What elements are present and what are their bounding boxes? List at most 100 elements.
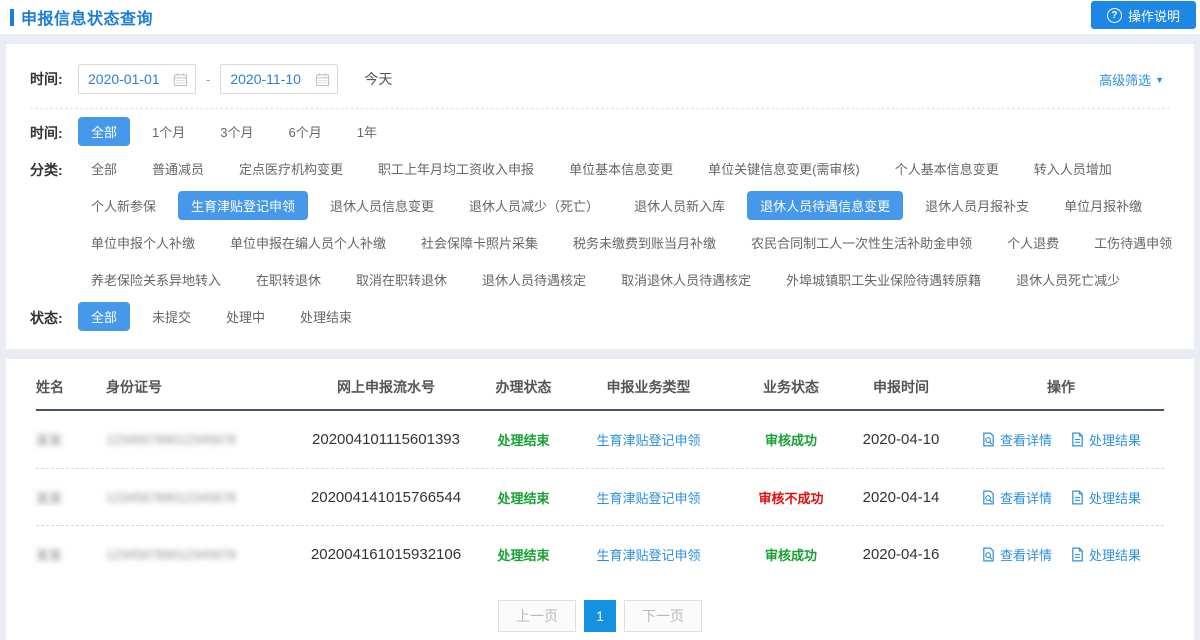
declaration-date: 2020-04-14: [863, 489, 940, 506]
calendar-icon: [315, 72, 330, 87]
declaration-date: 2020-04-10: [863, 431, 940, 448]
filter-chip[interactable]: 全部: [78, 154, 130, 183]
business-type-link[interactable]: 生育津贴登记申领: [596, 433, 700, 448]
filter-chip[interactable]: 税务未缴费到账当月补缴: [560, 228, 729, 257]
column-header: 办理状态: [476, 377, 571, 397]
help-button-label: 操作说明: [1128, 6, 1180, 25]
process-result-link[interactable]: 处理结果: [1070, 545, 1141, 564]
filter-chip[interactable]: 社会保障卡照片采集: [408, 228, 551, 257]
filter-chip[interactable]: 职工上年月均工资收入申报: [365, 154, 547, 183]
process-status: 处理结束: [497, 548, 549, 563]
filter-chip[interactable]: 单位关键信息变更(需审核): [695, 154, 873, 183]
filter-separator: [30, 108, 1170, 109]
filter-chip[interactable]: 转入人员增加: [1021, 154, 1125, 183]
column-header: 身份证号: [106, 377, 296, 397]
filter-chip[interactable]: 3个月: [207, 117, 266, 146]
business-type-link[interactable]: 生育津贴登记申领: [596, 548, 700, 563]
start-date-value: 2020-01-01: [88, 71, 160, 87]
prev-page-button[interactable]: 上一页: [498, 600, 576, 632]
filter-chip[interactable]: 单位基本信息变更: [556, 154, 686, 183]
end-date-input[interactable]: 2020-11-10: [220, 64, 338, 94]
table-row: 某某 123456789012345678 202004161015932106 处理…: [36, 525, 1164, 582]
declaration-date: 2020-04-16: [863, 546, 940, 563]
business-status: 审核成功: [765, 433, 817, 448]
filter-chip[interactable]: 处理中: [213, 302, 278, 331]
pagination: 上一页 1 下一页: [36, 600, 1164, 632]
end-date-value: 2020-11-10: [230, 71, 301, 87]
filter-chip[interactable]: 单位申报个人补缴: [78, 228, 208, 257]
filter-chip[interactable]: 个人新参保: [78, 191, 169, 220]
table-row: 某某123456789012345678202004101115601393处理…: [36, 411, 1164, 468]
start-date-input[interactable]: 2020-01-01: [78, 64, 196, 94]
filter-chip[interactable]: 生育津贴登记申领: [178, 191, 308, 220]
date-range-separator: -: [206, 72, 210, 87]
filter-chip[interactable]: 处理结束: [287, 302, 365, 331]
business-type-link[interactable]: 生育津贴登记申领: [596, 491, 700, 506]
column-header: 网上申报流水号: [296, 377, 476, 397]
filter-chip[interactable]: 在职转退休: [243, 265, 334, 294]
filter-chip[interactable]: 退休人员新入库: [621, 191, 738, 220]
column-header: 业务状态: [726, 377, 856, 397]
declaration-serial: 202004161015932106: [311, 546, 461, 563]
filter-group: 分类:全部普通减员定点医疗机构变更职工上年月均工资收入申报单位基本信息变更单位关…: [30, 150, 1170, 298]
filter-chip[interactable]: 退休人员减少（死亡）: [456, 191, 612, 220]
filter-panel: 时间: 2020-01-01 - 2020-11-10 今天 高级筛选 ▼ 时间…: [6, 44, 1194, 349]
filter-groups: 时间:全部1个月3个月6个月1年分类:全部普通减员定点医疗机构变更职工上年月均工…: [30, 113, 1170, 335]
name-redacted: 某某: [36, 548, 62, 563]
id-number-redacted: 123456789012345678: [106, 547, 236, 562]
calendar-icon: [173, 72, 188, 87]
declaration-serial: 202004141015766544: [311, 489, 461, 506]
filter-chip[interactable]: 单位月报补缴: [1051, 191, 1155, 220]
filter-chip[interactable]: 退休人员待遇核定: [469, 265, 599, 294]
filter-chip[interactable]: 退休人员待遇信息变更: [747, 191, 903, 220]
chevron-down-icon: ▼: [1155, 75, 1164, 85]
filter-group: 状态:全部未提交处理中处理结束: [30, 298, 1170, 335]
process-status: 处理结束: [497, 491, 549, 506]
filter-chip[interactable]: 工伤待遇申领: [1081, 228, 1185, 257]
filter-chip[interactable]: 1年: [344, 117, 390, 146]
name-redacted: 某某: [36, 433, 62, 448]
current-page-button[interactable]: 1: [584, 600, 616, 632]
view-detail-link[interactable]: 查看详情: [981, 545, 1052, 564]
filter-group-label: 分类:: [30, 150, 78, 180]
filter-chip[interactable]: 个人基本信息变更: [882, 154, 1012, 183]
filter-chip[interactable]: 定点医疗机构变更: [226, 154, 356, 183]
results-panel: 姓名身份证号网上申报流水号办理状态申报业务类型业务状态申报时间操作 某某 1234…: [6, 359, 1194, 640]
filter-chip[interactable]: 未提交: [139, 302, 204, 331]
filter-chip[interactable]: 全部: [78, 302, 130, 331]
process-result-icon: [1070, 432, 1085, 447]
filter-chip[interactable]: 农民合同制工人一次性生活补助金申领: [738, 228, 985, 257]
filter-chip[interactable]: 个人退费: [994, 228, 1072, 257]
title-bar: 申报信息状态查询 ? 操作说明: [0, 0, 1200, 34]
table-header-row: 姓名身份证号网上申报流水号办理状态申报业务类型业务状态申报时间操作: [36, 365, 1164, 411]
filter-chip[interactable]: 6个月: [275, 117, 334, 146]
id-number-redacted: 123456789012345678: [106, 490, 236, 505]
table-body: 某某123456789012345678202004101115601393处理…: [36, 411, 1164, 582]
filter-chip[interactable]: 取消在职转退休: [343, 265, 460, 294]
process-result-link[interactable]: 处理结果: [1070, 488, 1141, 507]
filter-group-label: 状态:: [30, 298, 78, 328]
view-detail-link[interactable]: 查看详情: [981, 488, 1052, 507]
filter-chip[interactable]: 普通减员: [139, 154, 217, 183]
page-title: 申报信息状态查询: [21, 5, 153, 29]
business-status: 审核不成功: [758, 491, 823, 506]
filter-chip[interactable]: 1个月: [139, 117, 198, 146]
filter-chip[interactable]: 外埠城镇职工失业保险待遇转原籍: [773, 265, 994, 294]
process-result-link[interactable]: 处理结果: [1070, 430, 1141, 449]
table-row: 某某123456789012345678202004141015766544处理…: [36, 468, 1164, 525]
process-result-icon: [1070, 490, 1085, 505]
advanced-filter-toggle[interactable]: 高级筛选 ▼: [1099, 70, 1164, 89]
filter-chip[interactable]: 退休人员死亡减少: [1003, 265, 1133, 294]
filter-chip[interactable]: 单位申报在编人员个人补缴: [217, 228, 399, 257]
help-button[interactable]: ? 操作说明: [1091, 1, 1196, 29]
today-link[interactable]: 今天: [364, 69, 392, 89]
filter-chip[interactable]: 退休人员信息变更: [317, 191, 447, 220]
filter-chip[interactable]: 养老保险关系异地转入: [78, 265, 234, 294]
filter-chip[interactable]: 全部: [78, 117, 130, 146]
id-number-redacted: 123456789012345678: [106, 432, 236, 447]
view-detail-icon: [981, 432, 996, 447]
filter-chip[interactable]: 退休人员月报补支: [912, 191, 1042, 220]
view-detail-link[interactable]: 查看详情: [981, 430, 1052, 449]
next-page-button[interactable]: 下一页: [624, 600, 702, 632]
filter-chip[interactable]: 取消退休人员待遇核定: [608, 265, 764, 294]
